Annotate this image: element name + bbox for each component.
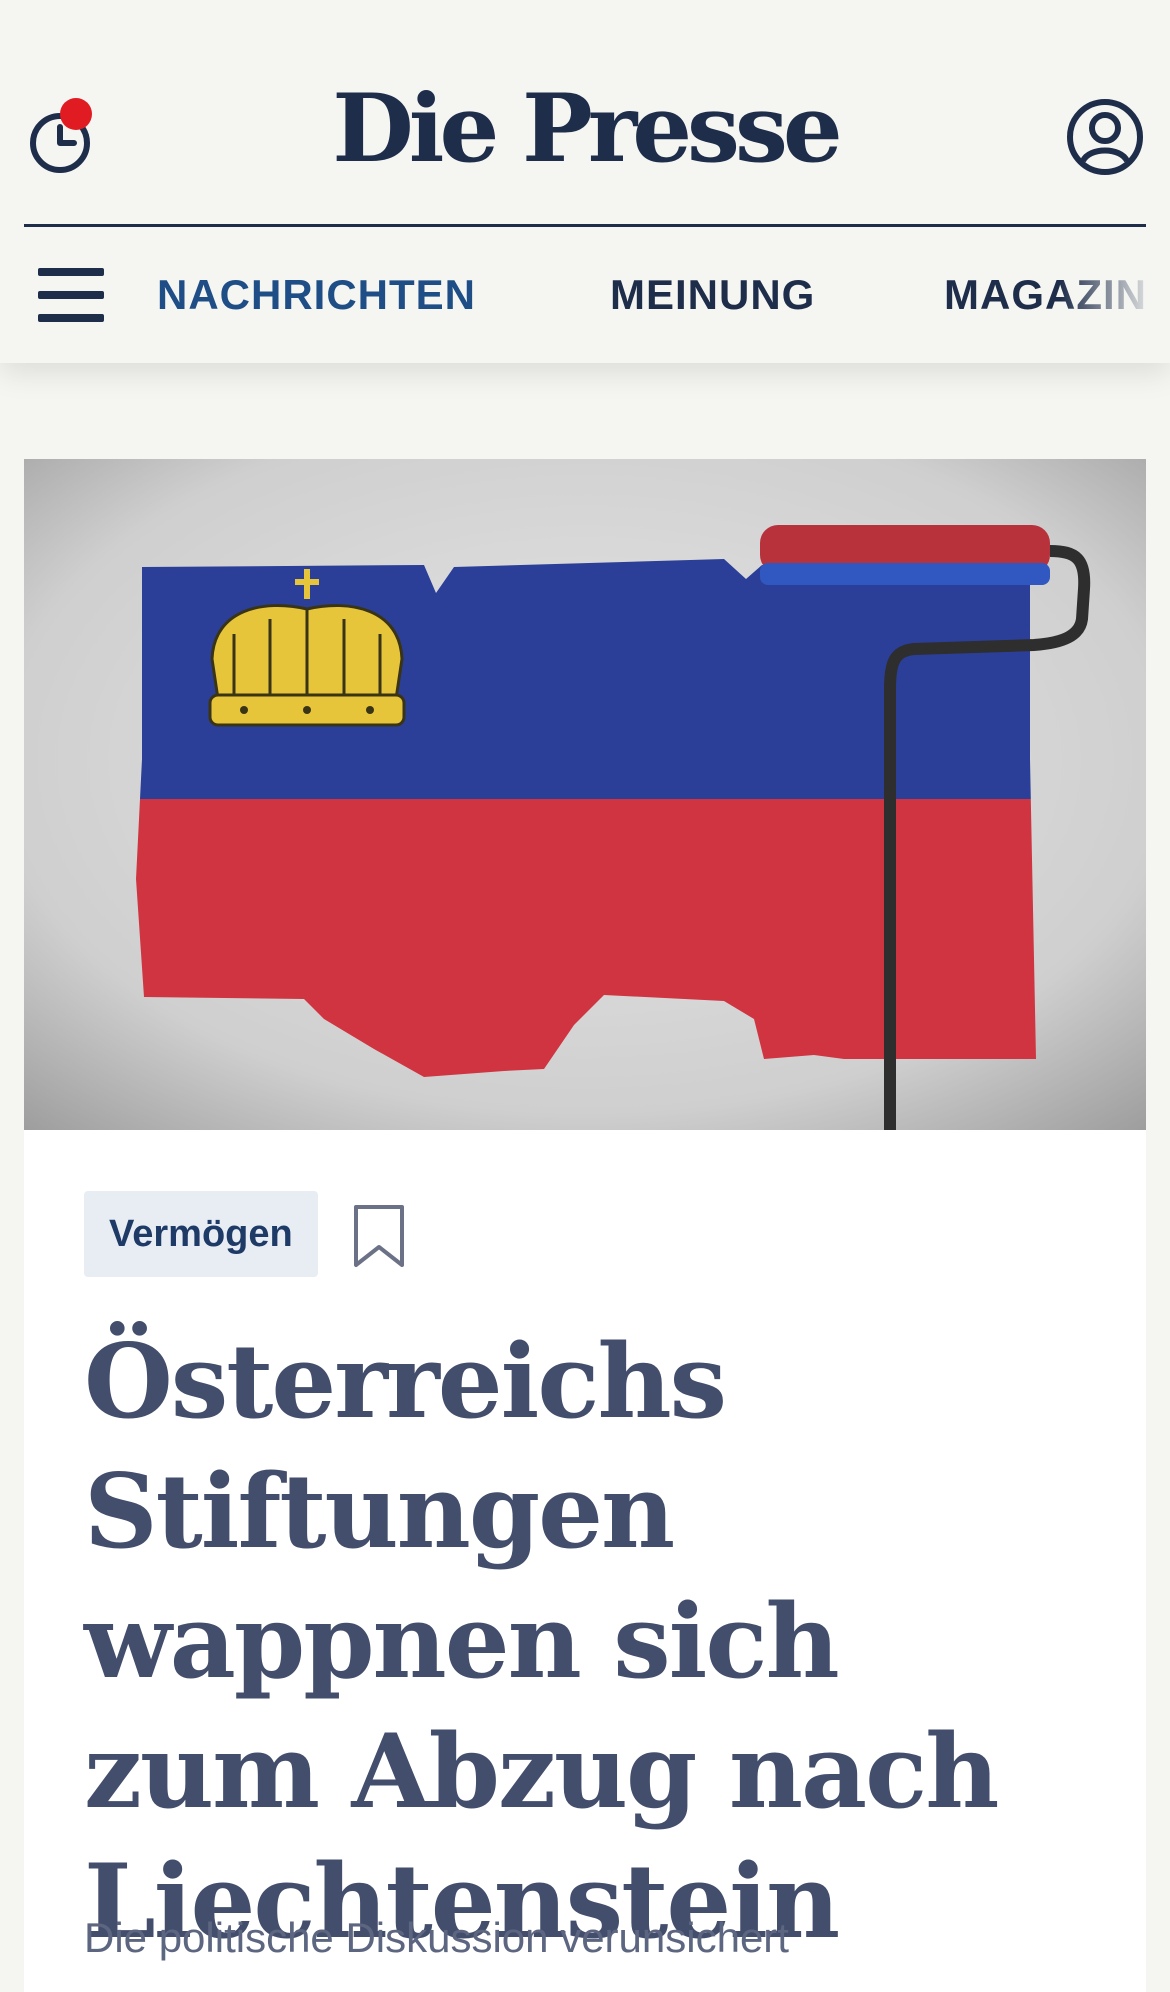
- account-button[interactable]: [1065, 97, 1145, 177]
- bookmark-button[interactable]: [352, 1203, 406, 1269]
- nav-item-nachrichten[interactable]: NACHRICHTEN: [157, 270, 476, 320]
- article-lead: Die politische Diskussion verunsichert: [84, 1914, 789, 1961]
- bookmark-icon: [354, 1205, 404, 1267]
- hamburger-menu-icon[interactable]: [38, 268, 106, 323]
- section-nav: NACHRICHTEN MEINUNG MAGAZIN: [0, 227, 1170, 363]
- article-card[interactable]: Vermögen Österreichs Stiftungen wappnen …: [24, 459, 1146, 1992]
- category-tag[interactable]: Vermögen: [84, 1191, 318, 1277]
- article-hero-image[interactable]: [24, 459, 1146, 1130]
- user-account-icon: [1067, 99, 1143, 175]
- header-top-row: Die Presse: [0, 0, 1170, 226]
- site-header: Die Presse NACHRICHTEN MEINUNG MAGAZIN: [0, 0, 1170, 363]
- site-logo[interactable]: Die Presse: [0, 82, 1170, 176]
- nav-item-meinung[interactable]: MEINUNG: [610, 270, 815, 320]
- nav-scroll-fade: [1060, 227, 1170, 363]
- article-headline[interactable]: Österreichs Stiftungen wappnen sich zum …: [84, 1317, 1084, 1967]
